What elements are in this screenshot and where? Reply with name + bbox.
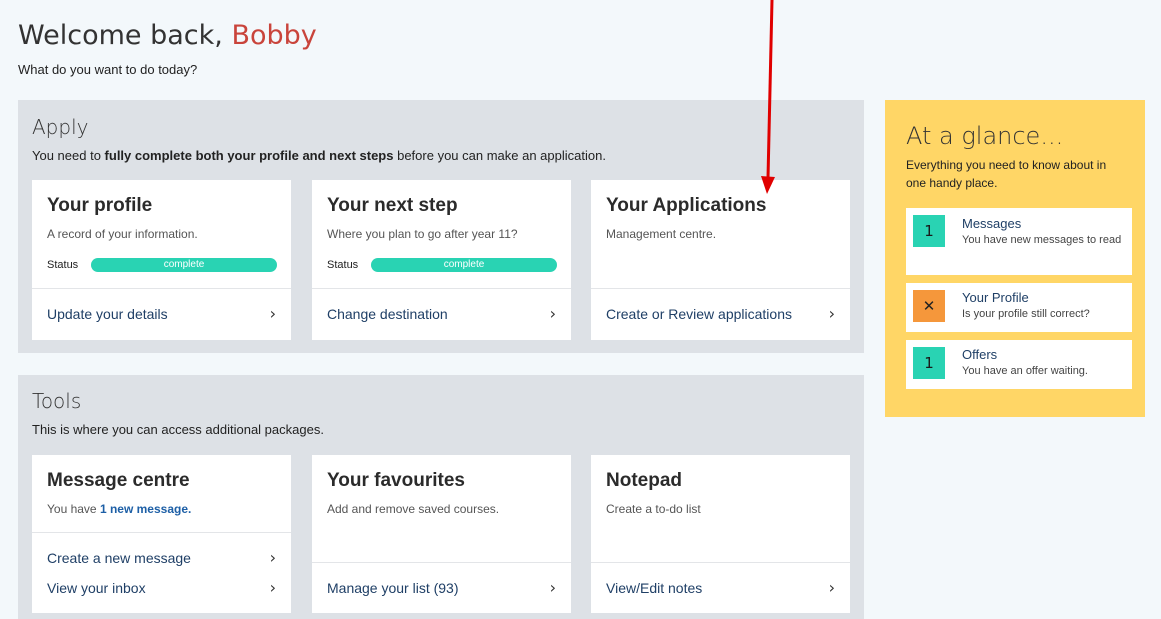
apply-description: You need to fully complete both your pro… — [32, 148, 606, 163]
message-centre-sub-before: You have — [47, 502, 100, 516]
next-step-card: Your next step Where you plan to go afte… — [312, 180, 571, 340]
update-details-link[interactable]: Update your details › — [47, 304, 276, 323]
glance-item-text: You have an offer waiting. — [962, 365, 1088, 377]
tools-panel: Tools This is where you can access addit… — [18, 375, 864, 619]
apply-desc-before: You need to — [32, 148, 105, 163]
glance-item-title: Messages — [962, 216, 1022, 231]
profile-status-row: Status complete — [47, 258, 277, 272]
view-inbox-link[interactable]: View your inbox › — [47, 578, 276, 597]
tools-description: This is where you can access additional … — [32, 422, 324, 437]
notepad-title: Notepad — [606, 470, 682, 491]
status-label: Status — [47, 259, 79, 271]
favourites-subtitle: Add and remove saved courses. — [327, 502, 500, 516]
applications-card-subtitle: Management centre. — [606, 227, 717, 241]
create-review-applications-label: Create or Review applications — [606, 305, 792, 322]
applications-card: Your Applications Management centre. Cre… — [591, 180, 850, 340]
glance-item-offers[interactable]: 1 Offers You have an offer waiting. — [906, 340, 1132, 389]
divider — [32, 288, 291, 289]
welcome-heading: Welcome back, Bobby — [18, 20, 317, 51]
create-review-applications-link[interactable]: Create or Review applications › — [606, 304, 835, 323]
welcome-subtitle: What do you want to do today? — [18, 62, 198, 77]
chevron-right-icon: › — [549, 304, 556, 323]
favourites-title: Your favourites — [327, 470, 465, 491]
divider — [591, 562, 850, 563]
chevron-right-icon: › — [269, 548, 276, 567]
user-name: Bobby — [231, 20, 317, 51]
glance-item-title: Your Profile — [962, 290, 1029, 305]
profile-card-subtitle: A record of your information. — [47, 227, 198, 241]
glance-item-title: Offers — [962, 347, 998, 362]
view-inbox-label: View your inbox — [47, 579, 146, 596]
create-message-label: Create a new message — [47, 549, 191, 566]
edit-notes-label: View/Edit notes — [606, 579, 703, 596]
profile-card: Your profile A record of your informatio… — [32, 180, 291, 340]
glance-item-profile[interactable]: ✕ Your Profile Is your profile still cor… — [906, 283, 1132, 332]
status-badge: complete — [371, 258, 557, 272]
divider — [32, 532, 291, 533]
next-step-card-subtitle: Where you plan to go after year 11? — [327, 227, 518, 241]
chevron-right-icon: › — [269, 304, 276, 323]
glance-description: Everything you need to know about in one… — [906, 158, 1107, 190]
chevron-right-icon: › — [828, 578, 835, 597]
divider — [312, 288, 571, 289]
at-a-glance-panel: At a glance... Everything you need to kn… — [885, 100, 1145, 417]
create-message-link[interactable]: Create a new message › — [47, 548, 276, 567]
glance-item-text: Is your profile still correct? — [962, 308, 1090, 320]
message-centre-title: Message centre — [47, 470, 190, 491]
glance-item-messages[interactable]: 1 Messages You have new messages to read — [906, 208, 1132, 275]
message-centre-subtitle: You have 1 new message. — [47, 502, 191, 516]
profile-card-title: Your profile — [47, 195, 153, 216]
message-count-badge: 1 — [913, 215, 945, 247]
manage-list-link[interactable]: Manage your list (93) › — [327, 578, 556, 597]
next-step-status-row: Status complete — [327, 258, 557, 272]
change-destination-link[interactable]: Change destination › — [327, 304, 556, 323]
apply-desc-bold: fully complete both your profile and nex… — [104, 148, 394, 163]
divider — [591, 288, 850, 289]
edit-notes-link[interactable]: View/Edit notes › — [606, 578, 835, 597]
offer-count-badge: 1 — [913, 347, 945, 379]
status-badge: complete — [91, 258, 277, 272]
message-centre-card: Message centre You have 1 new message. C… — [32, 455, 291, 613]
change-destination-label: Change destination — [327, 305, 448, 322]
manage-list-label: Manage your list (93) — [327, 579, 459, 596]
notepad-card: Notepad Create a to-do list View/Edit no… — [591, 455, 850, 613]
chevron-right-icon: › — [549, 578, 556, 597]
glance-item-text: You have new messages to read — [962, 234, 1122, 246]
cross-icon: ✕ — [913, 290, 945, 322]
divider — [312, 562, 571, 563]
applications-card-title: Your Applications — [606, 195, 767, 216]
new-message-count[interactable]: 1 new message. — [100, 502, 191, 516]
glance-title: At a glance... — [906, 122, 1064, 150]
chevron-right-icon: › — [828, 304, 835, 323]
notepad-subtitle: Create a to-do list — [606, 502, 701, 516]
apply-desc-after: before you can make an application. — [393, 148, 606, 163]
chevron-right-icon: › — [269, 578, 276, 597]
next-step-card-title: Your next step — [327, 195, 458, 216]
favourites-card: Your favourites Add and remove saved cou… — [312, 455, 571, 613]
update-details-label: Update your details — [47, 305, 168, 322]
tools-title: Tools — [32, 389, 82, 413]
status-label: Status — [327, 259, 359, 271]
welcome-prefix: Welcome back, — [18, 20, 223, 51]
apply-title: Apply — [32, 115, 89, 139]
apply-panel: Apply You need to fully complete both yo… — [18, 100, 864, 353]
